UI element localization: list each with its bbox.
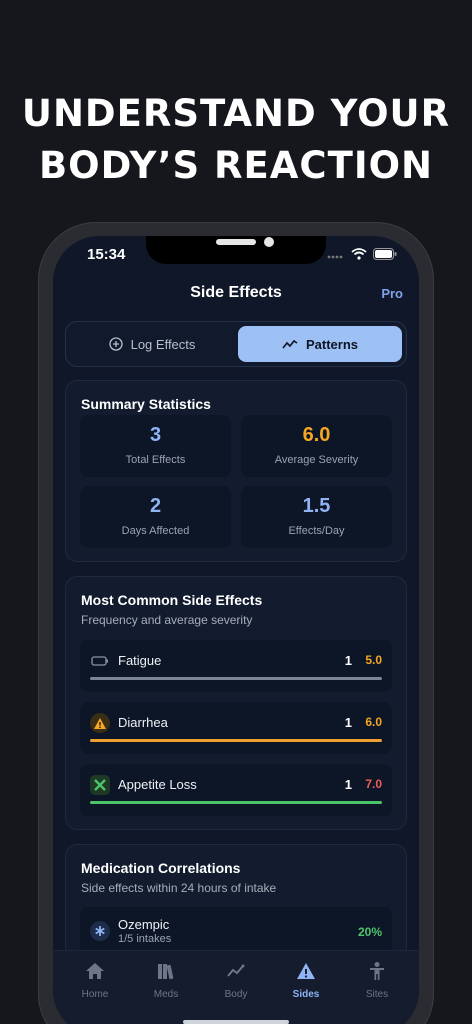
tab-label: Home xyxy=(81,989,109,1000)
warning-icon xyxy=(297,963,315,979)
severity-bar xyxy=(90,739,382,742)
asterisk-icon xyxy=(90,921,110,941)
tab-patterns[interactable]: Patterns xyxy=(238,326,402,362)
stat-label: Total Effects xyxy=(125,454,186,466)
stat-value: 2 xyxy=(149,495,162,517)
effect-name: Diarrhea xyxy=(118,715,168,730)
books-icon xyxy=(158,964,174,980)
stat-total-effects: 3 Total Effects xyxy=(80,415,231,477)
segmented-control: Log Effects Patterns xyxy=(65,321,407,367)
common-title: Most Common Side Effects xyxy=(81,592,263,608)
notch xyxy=(146,236,326,264)
stat-value: 3 xyxy=(149,424,162,446)
signal-icon xyxy=(327,255,343,259)
battery-status-icon xyxy=(373,248,397,260)
stat-value: 6.0 xyxy=(302,424,331,446)
common-subtitle: Frequency and average severity xyxy=(81,613,253,627)
person-icon xyxy=(370,962,384,980)
effect-severity: 6.0 xyxy=(365,715,382,729)
list-item[interactable]: Appetite Loss 1 7.0 xyxy=(80,764,392,816)
camera-dot xyxy=(264,237,274,247)
stat-average-severity: 6.0 Average Severity xyxy=(241,415,392,477)
warning-icon xyxy=(90,713,110,733)
medication-name: Ozempic xyxy=(118,917,170,932)
tab-home[interactable]: Home xyxy=(65,961,125,1000)
correlations-title: Medication Correlations xyxy=(81,860,241,876)
correlation-percent: 20% xyxy=(357,925,382,939)
tab-label: Sides xyxy=(292,989,320,1000)
effect-count: 1 xyxy=(344,777,352,792)
stat-effects-per-day: 1.5 Effects/Day xyxy=(241,486,392,548)
plus-circle-icon xyxy=(108,337,123,351)
list-item[interactable]: Fatigue 1 5.0 xyxy=(80,640,392,692)
summary-card: Summary Statistics 3 Total Effects 6.0 A… xyxy=(65,380,407,562)
battery-icon xyxy=(90,651,110,671)
headline-line-1: UNDERSTAND YOUR xyxy=(21,92,451,135)
severity-bar xyxy=(90,677,382,680)
status-icons xyxy=(327,248,397,260)
stat-label: Days Affected xyxy=(121,525,190,537)
tab-bar: Home Meds Body Sides Sites xyxy=(53,950,419,1024)
tab-patterns-label: Patterns xyxy=(305,336,359,352)
speaker-pill xyxy=(216,239,256,245)
tab-label: Meds xyxy=(153,989,179,1000)
tab-sites[interactable]: Sites xyxy=(347,961,407,1000)
effect-severity: 5.0 xyxy=(365,653,382,667)
page-title: Side Effects xyxy=(190,284,282,301)
stat-label: Average Severity xyxy=(274,454,359,466)
chart-line-icon xyxy=(227,964,245,977)
tab-meds[interactable]: Meds xyxy=(136,961,196,1000)
effect-name: Appetite Loss xyxy=(118,777,197,792)
tab-label: Body xyxy=(224,989,248,1000)
severity-bar xyxy=(90,801,382,804)
effect-name: Fatigue xyxy=(118,653,162,668)
pro-button[interactable]: Pro xyxy=(381,286,403,301)
medication-detail: 1/5 intakes xyxy=(118,933,172,945)
effect-count: 1 xyxy=(344,715,352,730)
home-indicator xyxy=(183,1020,289,1024)
tab-label: Sites xyxy=(365,989,389,1000)
headline: UNDERSTAND YOUR BODY’S REACTION xyxy=(0,88,472,192)
stat-days-affected: 2 Days Affected xyxy=(80,486,231,548)
phone-screen: 15:34 Side Effects Pro Log Effects Patte… xyxy=(53,236,419,1024)
tab-log-effects-label: Log Effects xyxy=(130,336,196,352)
list-item[interactable]: Diarrhea 1 6.0 xyxy=(80,702,392,754)
wifi-icon xyxy=(351,248,367,260)
stat-value: 1.5 xyxy=(302,495,331,517)
trend-line-icon xyxy=(282,339,298,349)
effect-count: 1 xyxy=(344,653,352,668)
tab-body[interactable]: Body xyxy=(206,961,266,1000)
summary-title: Summary Statistics xyxy=(81,396,211,412)
common-effects-card: Most Common Side Effects Frequency and a… xyxy=(65,576,407,830)
home-icon xyxy=(86,963,104,979)
tab-sides[interactable]: Sides xyxy=(276,961,336,1000)
utensils-cross-icon xyxy=(90,775,110,795)
correlations-subtitle: Side effects within 24 hours of intake xyxy=(81,881,277,895)
stat-label: Effects/Day xyxy=(288,525,345,537)
effect-severity: 7.0 xyxy=(365,777,382,791)
status-time: 15:34 xyxy=(87,246,126,263)
headline-line-2: BODY’S REACTION xyxy=(38,144,434,187)
tab-log-effects[interactable]: Log Effects xyxy=(70,326,234,362)
